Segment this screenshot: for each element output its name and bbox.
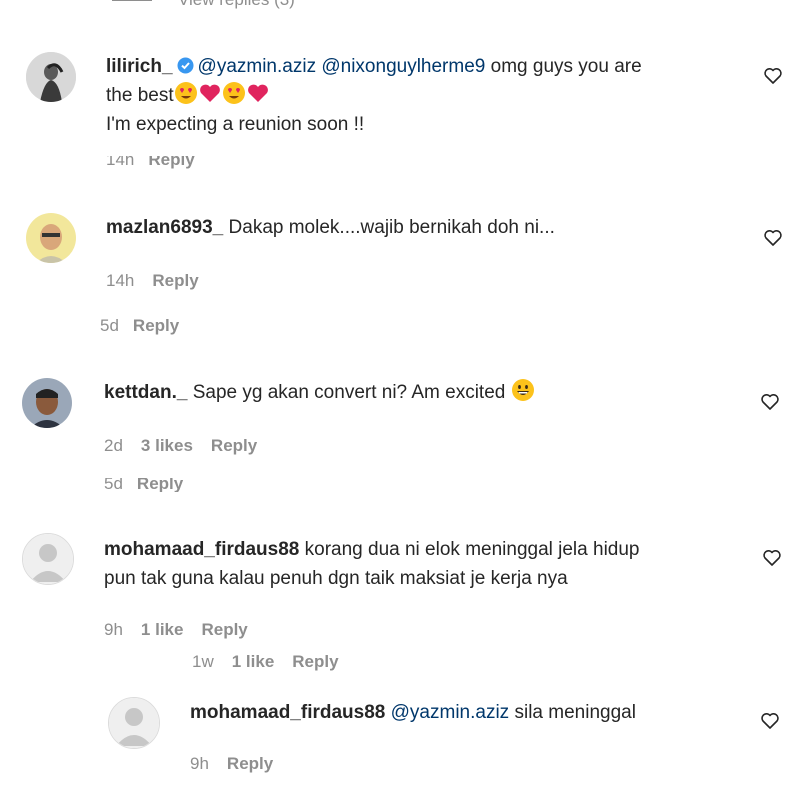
likes-count[interactable]: 1 like	[232, 652, 275, 671]
comment-text: korang dua ni elok meninggal jela hidup	[304, 539, 640, 560]
like-heart-icon[interactable]	[763, 66, 783, 86]
username[interactable]: mohamaad_firdaus88	[190, 702, 385, 723]
comment-meta: 2d 3 likes Reply	[104, 436, 275, 456]
avatar[interactable]	[26, 213, 76, 263]
comment-meta-partial: 1w 1 like Reply	[192, 652, 357, 672]
username[interactable]: kettdan._	[104, 382, 187, 403]
like-heart-icon[interactable]	[760, 711, 780, 731]
timestamp: 9h	[104, 620, 123, 639]
view-replies-divider	[112, 0, 152, 2]
avatar[interactable]	[22, 378, 72, 428]
comment-text: I'm expecting a reunion soon !!	[106, 114, 365, 135]
mention-link[interactable]: @yazmin.aziz	[391, 702, 510, 723]
likes-count[interactable]: 1 like	[141, 620, 184, 639]
comment-meta: 14h Reply	[106, 271, 217, 291]
username[interactable]: mazlan6893_	[106, 217, 223, 238]
timestamp: 1w	[192, 652, 214, 671]
likes-count[interactable]: 3 likes	[141, 436, 193, 455]
avatar-photo-icon	[26, 52, 76, 102]
username[interactable]: mohamaad_firdaus88	[104, 539, 299, 560]
like-heart-icon[interactable]	[760, 392, 780, 412]
verified-badge-icon	[177, 54, 194, 74]
heart-eyes-emoji-icon	[222, 82, 245, 104]
comment-firdaus: mohamaad_firdaus88 korang dua ni elok me…	[104, 535, 754, 593]
default-avatar-icon	[109, 698, 159, 748]
comment-text: Sape yg akan convert ni? Am excited	[192, 382, 506, 403]
comment-meta-clipped: 5d Reply	[104, 478, 184, 492]
like-heart-icon[interactable]	[763, 228, 783, 248]
reply-button[interactable]: Reply	[201, 620, 247, 639]
red-heart-emoji-icon	[199, 84, 220, 102]
avatar-photo-icon	[26, 213, 76, 263]
like-heart-icon[interactable]	[762, 548, 782, 568]
reply-button[interactable]: Reply	[292, 652, 338, 671]
comment-text: omg guys you are	[490, 56, 642, 77]
grinning-face-emoji-icon	[511, 379, 534, 401]
comment-meta-clipped: 14h Reply	[106, 156, 195, 169]
timestamp: 5d	[100, 316, 119, 335]
timestamp: 2d	[104, 436, 123, 455]
timestamp: 14h	[106, 271, 135, 290]
avatar-photo-icon	[22, 378, 72, 428]
comment-meta-partial: 5d Reply	[100, 316, 197, 336]
avatar[interactable]	[22, 533, 74, 585]
comment-text: the best	[106, 85, 174, 106]
reply-firdaus: mohamaad_firdaus88 @yazmin.aziz sila men…	[190, 698, 750, 727]
reply-button[interactable]: Reply	[152, 271, 198, 290]
avatar[interactable]	[26, 52, 76, 102]
comment-text: sila meninggal	[514, 702, 636, 723]
reply-button[interactable]: Reply	[227, 754, 273, 773]
mention-link[interactable]: @yazmin.aziz	[198, 56, 317, 77]
red-heart-emoji-icon	[247, 84, 268, 102]
comment-meta: 9h Reply	[190, 754, 291, 774]
comment-mazlan: mazlan6893_ Dakap molek....wajib bernika…	[106, 213, 746, 242]
reply-button[interactable]: Reply	[211, 436, 257, 455]
comment-text: pun tak guna kalau penuh dgn taik maksia…	[104, 568, 568, 589]
heart-eyes-emoji-icon	[174, 82, 197, 104]
view-replies-link[interactable]: View replies (3)	[178, 0, 378, 10]
timestamp: 9h	[190, 754, 209, 773]
username[interactable]: lilirich_	[106, 56, 173, 77]
comment-lilirich: lilirich_ @yazmin.aziz @nixonguylherme9 o…	[106, 52, 746, 139]
reply-button[interactable]: Reply	[133, 316, 179, 335]
avatar[interactable]	[108, 697, 160, 749]
comment-text: Dakap molek....wajib bernikah doh ni...	[228, 217, 555, 238]
default-avatar-icon	[23, 534, 73, 584]
comment-kettdan: kettdan._ Sape yg akan convert ni? Am ex…	[104, 378, 744, 407]
comment-meta: 9h 1 like Reply	[104, 620, 266, 640]
mention-link[interactable]: @nixonguylherme9	[321, 56, 485, 77]
